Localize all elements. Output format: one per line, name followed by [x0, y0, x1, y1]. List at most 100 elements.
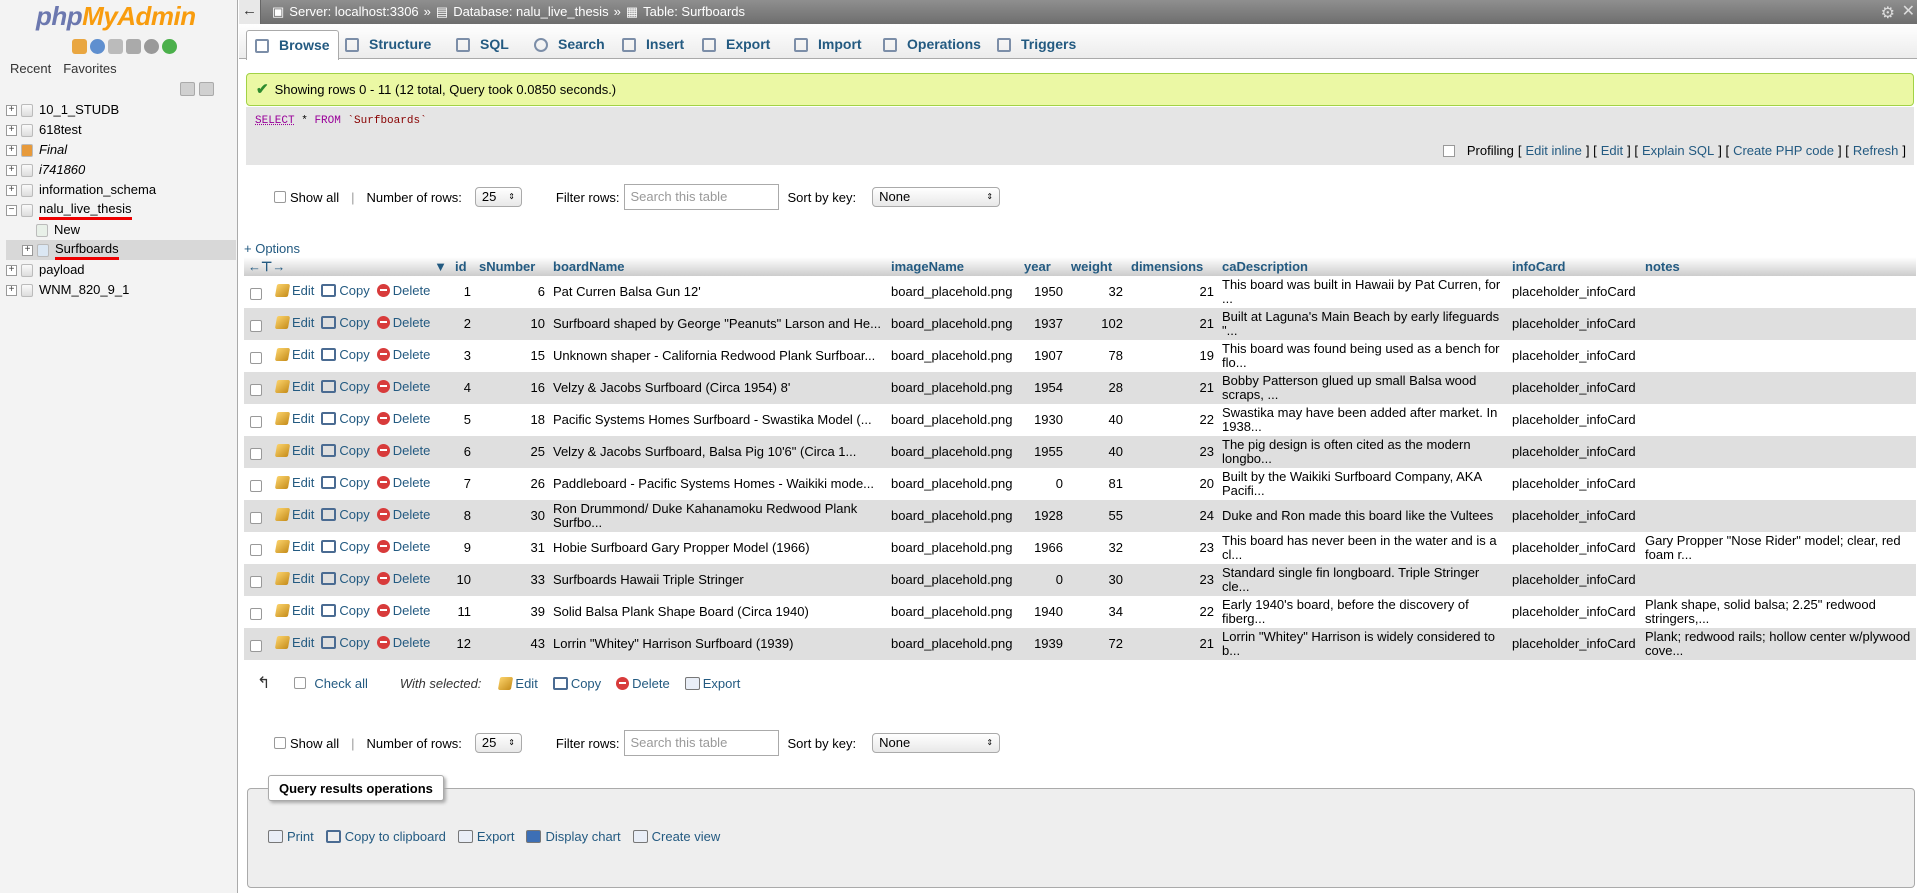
row-delete-button[interactable]: Delete — [376, 571, 430, 586]
row-delete-button[interactable]: Delete — [376, 475, 430, 490]
cell-notes[interactable]: Plank shape, solid balsa; 2.25" redwood … — [1641, 596, 1916, 628]
cell-dimensions[interactable]: 23 — [1127, 564, 1218, 596]
row-checkbox[interactable] — [250, 447, 262, 460]
tree-item-new[interactable]: New — [6, 220, 236, 240]
row-delete-button[interactable]: Delete — [376, 507, 430, 522]
cell-weight[interactable]: 78 — [1067, 340, 1127, 372]
column-header-year[interactable]: year — [1020, 257, 1067, 276]
profiling-checkbox[interactable] — [1442, 144, 1455, 157]
cell-id[interactable]: 2 — [451, 308, 475, 340]
tab-browse[interactable]: Browse — [246, 30, 339, 60]
cell-infocard[interactable]: placeholder_infoCard — [1508, 564, 1641, 596]
cell-notes[interactable] — [1641, 564, 1916, 596]
row-checkbox[interactable] — [250, 575, 262, 588]
cell-dimensions[interactable]: 21 — [1127, 628, 1218, 660]
edit-inline-link[interactable]: Edit inline — [1525, 143, 1581, 158]
column-arrows-icon[interactable]: ←⊤→ — [248, 259, 285, 274]
explain-sql-link[interactable]: Explain SQL — [1642, 143, 1714, 158]
db-name[interactable]: 10_1_STUDB — [39, 100, 119, 120]
expand-icon[interactable]: + — [6, 284, 17, 296]
cell-boardname[interactable]: Hobie Surfboard Gary Propper Model (1966… — [549, 532, 887, 564]
cell-year[interactable]: 1954 — [1020, 372, 1067, 404]
column-header-cadescription[interactable]: caDescription — [1218, 257, 1508, 276]
row-checkbox[interactable] — [250, 543, 262, 556]
column-controls-header[interactable]: ←⊤→ ▼ — [244, 257, 451, 276]
export-button[interactable]: Export — [457, 829, 514, 844]
cell-infocard[interactable]: placeholder_infoCard — [1508, 276, 1641, 308]
breadcrumb-server[interactable]: Server: localhost:3306 — [289, 0, 418, 24]
cell-boardname[interactable]: Solid Balsa Plank Shape Board (Circa 194… — [549, 596, 887, 628]
cell-infocard[interactable]: placeholder_infoCard — [1508, 628, 1641, 660]
print-button[interactable]: Print — [268, 829, 314, 844]
cell-snumber[interactable]: 33 — [475, 564, 549, 596]
cell-boardname[interactable]: Pacific Systems Homes Surfboard - Swasti… — [549, 404, 887, 436]
cell-weight[interactable]: 40 — [1067, 404, 1127, 436]
tree-item-db[interactable]: +10_1_STUDB — [6, 100, 236, 120]
cell-year[interactable]: 0 — [1020, 468, 1067, 500]
row-checkbox[interactable] — [250, 287, 262, 300]
cell-imagename[interactable]: board_placehold.png — [887, 468, 1020, 500]
table-name[interactable]: Surfboards — [55, 241, 119, 260]
cell-dimensions[interactable]: 21 — [1127, 276, 1218, 308]
cell-snumber[interactable]: 26 — [475, 468, 549, 500]
cell-cadescription[interactable]: Duke and Ron made this board like the Vu… — [1218, 500, 1508, 532]
home-icon[interactable] — [72, 39, 87, 54]
cell-cadescription[interactable]: This board was built in Hawaii by Pat Cu… — [1218, 276, 1508, 308]
cell-cadescription[interactable]: Early 1940's board, before the discovery… — [1218, 596, 1508, 628]
sql-keyword-select[interactable]: SELECT — [255, 115, 295, 127]
db-name[interactable]: i741860 — [39, 160, 85, 180]
number-of-rows-select[interactable]: 25 ⇕ — [474, 187, 522, 207]
tree-item-table-active[interactable]: + Surfboards — [6, 240, 236, 260]
cell-imagename[interactable]: board_placehold.png — [887, 340, 1020, 372]
bulk-copy-button[interactable]: Copy — [552, 676, 601, 691]
cell-infocard[interactable]: placeholder_infoCard — [1508, 500, 1641, 532]
cell-weight[interactable]: 55 — [1067, 500, 1127, 532]
row-copy-button[interactable]: Copy — [321, 379, 370, 394]
row-edit-button[interactable]: Edit — [274, 411, 314, 426]
cell-weight[interactable]: 102 — [1067, 308, 1127, 340]
link-with-main-icon[interactable] — [199, 82, 214, 96]
cell-id[interactable]: 8 — [451, 500, 475, 532]
cell-snumber[interactable]: 39 — [475, 596, 549, 628]
doc-book-icon[interactable] — [126, 39, 141, 54]
row-copy-button[interactable]: Copy — [321, 283, 370, 298]
cell-infocard[interactable]: placeholder_infoCard — [1508, 308, 1641, 340]
cell-snumber[interactable]: 16 — [475, 372, 549, 404]
collapse-all-icon[interactable] — [180, 82, 195, 96]
row-edit-button[interactable]: Edit — [274, 315, 314, 330]
cell-snumber[interactable]: 15 — [475, 340, 549, 372]
row-copy-button[interactable]: Copy — [321, 411, 370, 426]
cell-boardname[interactable]: Velzy & Jacobs Surfboard (Circa 1954) 8' — [549, 372, 887, 404]
row-delete-button[interactable]: Delete — [376, 635, 430, 650]
cell-year[interactable]: 1966 — [1020, 532, 1067, 564]
db-name[interactable]: information_schema — [39, 180, 156, 200]
cell-cadescription[interactable]: Lorrin "Whitey" Harrison is widely consi… — [1218, 628, 1508, 660]
cell-weight[interactable]: 40 — [1067, 436, 1127, 468]
cell-cadescription[interactable]: Swastika may have been added after marke… — [1218, 404, 1508, 436]
settings-gear-icon[interactable]: ⚙ — [1881, 2, 1895, 26]
cell-year[interactable]: 1950 — [1020, 276, 1067, 308]
cell-imagename[interactable]: board_placehold.png — [887, 564, 1020, 596]
cell-weight[interactable]: 72 — [1067, 628, 1127, 660]
number-of-rows-select[interactable]: 25 ⇕ — [474, 733, 522, 753]
column-header-weight[interactable]: weight — [1067, 257, 1127, 276]
tree-item-db[interactable]: + information_schema — [6, 180, 236, 200]
row-delete-button[interactable]: Delete — [376, 539, 430, 554]
cell-snumber[interactable]: 30 — [475, 500, 549, 532]
cell-notes[interactable] — [1641, 404, 1916, 436]
cell-boardname[interactable]: Velzy & Jacobs Surfboard, Balsa Pig 10'6… — [549, 436, 887, 468]
cell-cadescription[interactable]: This board was found being used as a ben… — [1218, 340, 1508, 372]
cell-id[interactable]: 7 — [451, 468, 475, 500]
cell-year[interactable]: 1940 — [1020, 596, 1067, 628]
cell-dimensions[interactable]: 22 — [1127, 404, 1218, 436]
cell-weight[interactable]: 30 — [1067, 564, 1127, 596]
cell-imagename[interactable]: board_placehold.png — [887, 532, 1020, 564]
row-checkbox[interactable] — [250, 607, 262, 620]
back-arrow-icon[interactable]: ← — [239, 0, 261, 24]
cell-weight[interactable]: 32 — [1067, 276, 1127, 308]
bulk-edit-button[interactable]: Edit — [498, 676, 538, 691]
cell-imagename[interactable]: board_placehold.png — [887, 436, 1020, 468]
db-name[interactable]: nalu_live_thesis — [39, 201, 132, 220]
row-checkbox[interactable] — [250, 415, 262, 428]
reload-icon[interactable] — [162, 39, 177, 54]
